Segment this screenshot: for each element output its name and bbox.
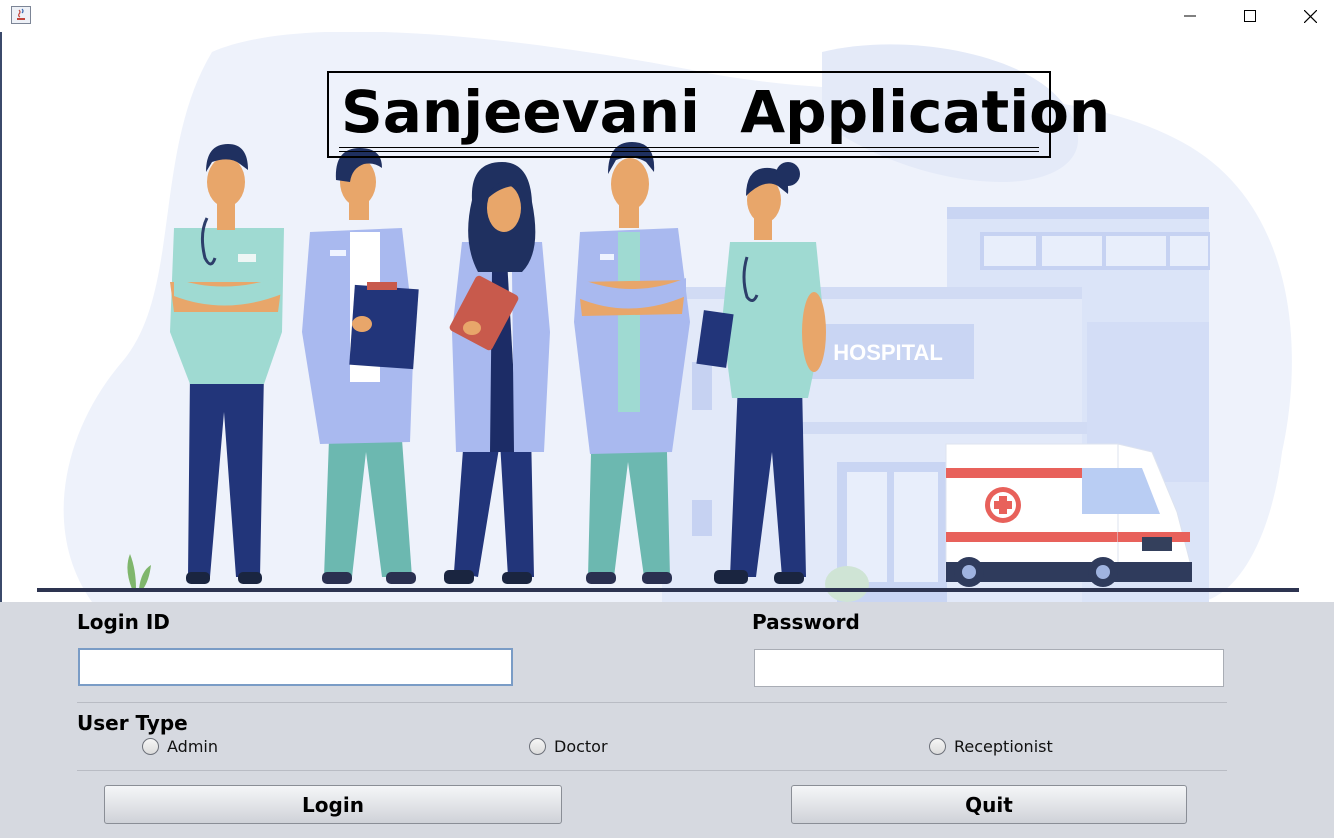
separator [77,770,1227,771]
radio-circle-icon[interactable] [929,737,946,755]
radio-doctor-label: Doctor [554,736,608,756]
radio-receptionist-label: Receptionist [954,736,1053,756]
radio-circle-icon[interactable] [142,737,159,755]
ground-line [37,588,1299,592]
radio-circle-icon[interactable] [529,737,546,755]
app-heading: Sanjeevani Application [341,78,1111,146]
maximize-icon [1244,10,1256,22]
minimize-button[interactable] [1160,0,1220,32]
radio-admin[interactable]: Admin [142,736,218,756]
close-button[interactable] [1280,0,1334,32]
login-id-input[interactable] [78,648,513,686]
heading-underline [339,147,1039,152]
bush [825,566,869,602]
title-bar [0,0,1334,32]
hero-illustration: HOSPITAL Sanjeevani Application [2,32,1334,602]
password-input[interactable] [754,649,1224,687]
quit-button[interactable]: Quit [791,785,1187,824]
separator [77,702,1227,703]
minimize-icon [1184,15,1196,17]
app-heading-box: Sanjeevani Application [327,71,1110,158]
radio-doctor[interactable]: Doctor [529,736,608,756]
java-app-icon [11,6,31,24]
hospital-sign-text: HOSPITAL [833,340,943,365]
ambulance [945,443,1192,587]
close-icon [1303,9,1317,23]
radio-receptionist[interactable]: Receptionist [929,736,1053,756]
user-type-label: User Type [77,711,188,735]
login-id-label: Login ID [77,610,170,634]
maximize-button[interactable] [1220,0,1280,32]
login-button[interactable]: Login [104,785,562,824]
radio-admin-label: Admin [167,736,218,756]
password-label: Password [752,610,860,634]
